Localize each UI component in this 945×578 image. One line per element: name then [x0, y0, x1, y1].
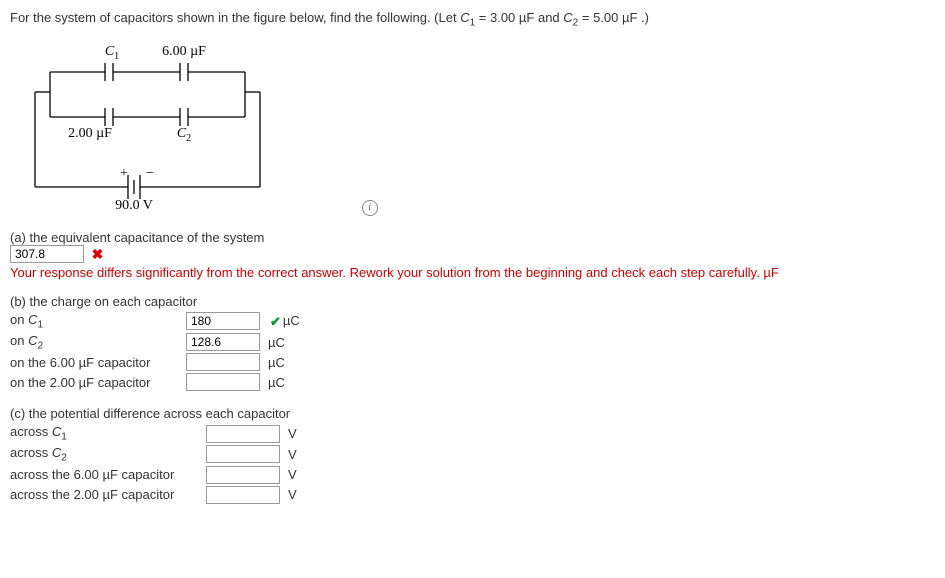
part-c-prompt: (c) the potential difference across each…	[10, 406, 935, 421]
intro-text: For the system of capacitors shown in th…	[10, 10, 460, 25]
table-row: on the 6.00 µF capacitor µC	[10, 352, 306, 372]
c1-var: C	[460, 10, 469, 25]
question-intro: For the system of capacitors shown in th…	[10, 10, 935, 29]
label-c2-sub: 2	[186, 133, 191, 144]
part-b-prompt: (b) the charge on each capacitor	[10, 294, 935, 309]
table-row: on C1 ✔µC	[10, 311, 306, 332]
input-c-c1[interactable]	[206, 425, 280, 443]
part-b: (b) the charge on each capacitor on C1 ✔…	[10, 294, 935, 392]
circuit-svg: C1 6.00 µF 2.00 µF C2 + − 90.0 V	[20, 37, 290, 212]
label-plus: +	[120, 166, 128, 181]
eq1: =	[479, 10, 490, 25]
info-icon[interactable]: i	[362, 200, 378, 216]
table-row: across the 2.00 µF capacitor V	[10, 485, 303, 505]
eq2: =	[582, 10, 593, 25]
c1-value: 3.00 µF	[490, 10, 534, 25]
table-row: across C2 V	[10, 444, 303, 465]
label-voltage: 90.0 V	[115, 198, 153, 212]
input-b-c1[interactable]	[186, 312, 260, 330]
input-b-2uf[interactable]	[186, 373, 260, 391]
label-minus: −	[146, 166, 154, 181]
table-row: across C1 V	[10, 423, 303, 444]
label-6uf: 6.00 µF	[162, 44, 206, 59]
c2-value: 5.00 µF	[593, 10, 637, 25]
part-a-input[interactable]	[10, 245, 84, 263]
wrong-icon: ✖	[92, 246, 104, 262]
label-c1-sub: 1	[114, 51, 119, 62]
input-c-6uf[interactable]	[206, 466, 280, 484]
and-text: and	[538, 10, 563, 25]
svg-text:C2: C2	[177, 126, 191, 144]
check-icon: ✔	[270, 314, 281, 329]
part-a-feedback: Your response differs significantly from…	[10, 265, 935, 280]
circuit-diagram: C1 6.00 µF 2.00 µF C2 + − 90.0 V i	[20, 37, 935, 217]
part-b-table: on C1 ✔µC on C2 µC on the 6.00 µF capaci…	[10, 311, 306, 392]
input-b-6uf[interactable]	[186, 353, 260, 371]
c2-sub: 2	[573, 18, 579, 29]
input-c-c2[interactable]	[206, 445, 280, 463]
part-c-table: across C1 V across C2 V across the 6.00 …	[10, 423, 303, 504]
label-2uf: 2.00 µF	[68, 126, 112, 141]
table-row: on the 2.00 µF capacitor µC	[10, 372, 306, 392]
c1-sub: 1	[470, 18, 476, 29]
table-row: across the 6.00 µF capacitor V	[10, 465, 303, 485]
table-row: on C2 µC	[10, 332, 306, 353]
svg-text:C1: C1	[105, 44, 119, 62]
part-c: (c) the potential difference across each…	[10, 406, 935, 504]
part-a-prompt: (a) the equivalent capacitance of the sy…	[10, 230, 935, 245]
input-c-2uf[interactable]	[206, 486, 280, 504]
part-a: (a) the equivalent capacitance of the sy…	[10, 230, 935, 280]
input-b-c2[interactable]	[186, 333, 260, 351]
c2-var: C	[563, 10, 572, 25]
end-text: .)	[641, 10, 649, 25]
